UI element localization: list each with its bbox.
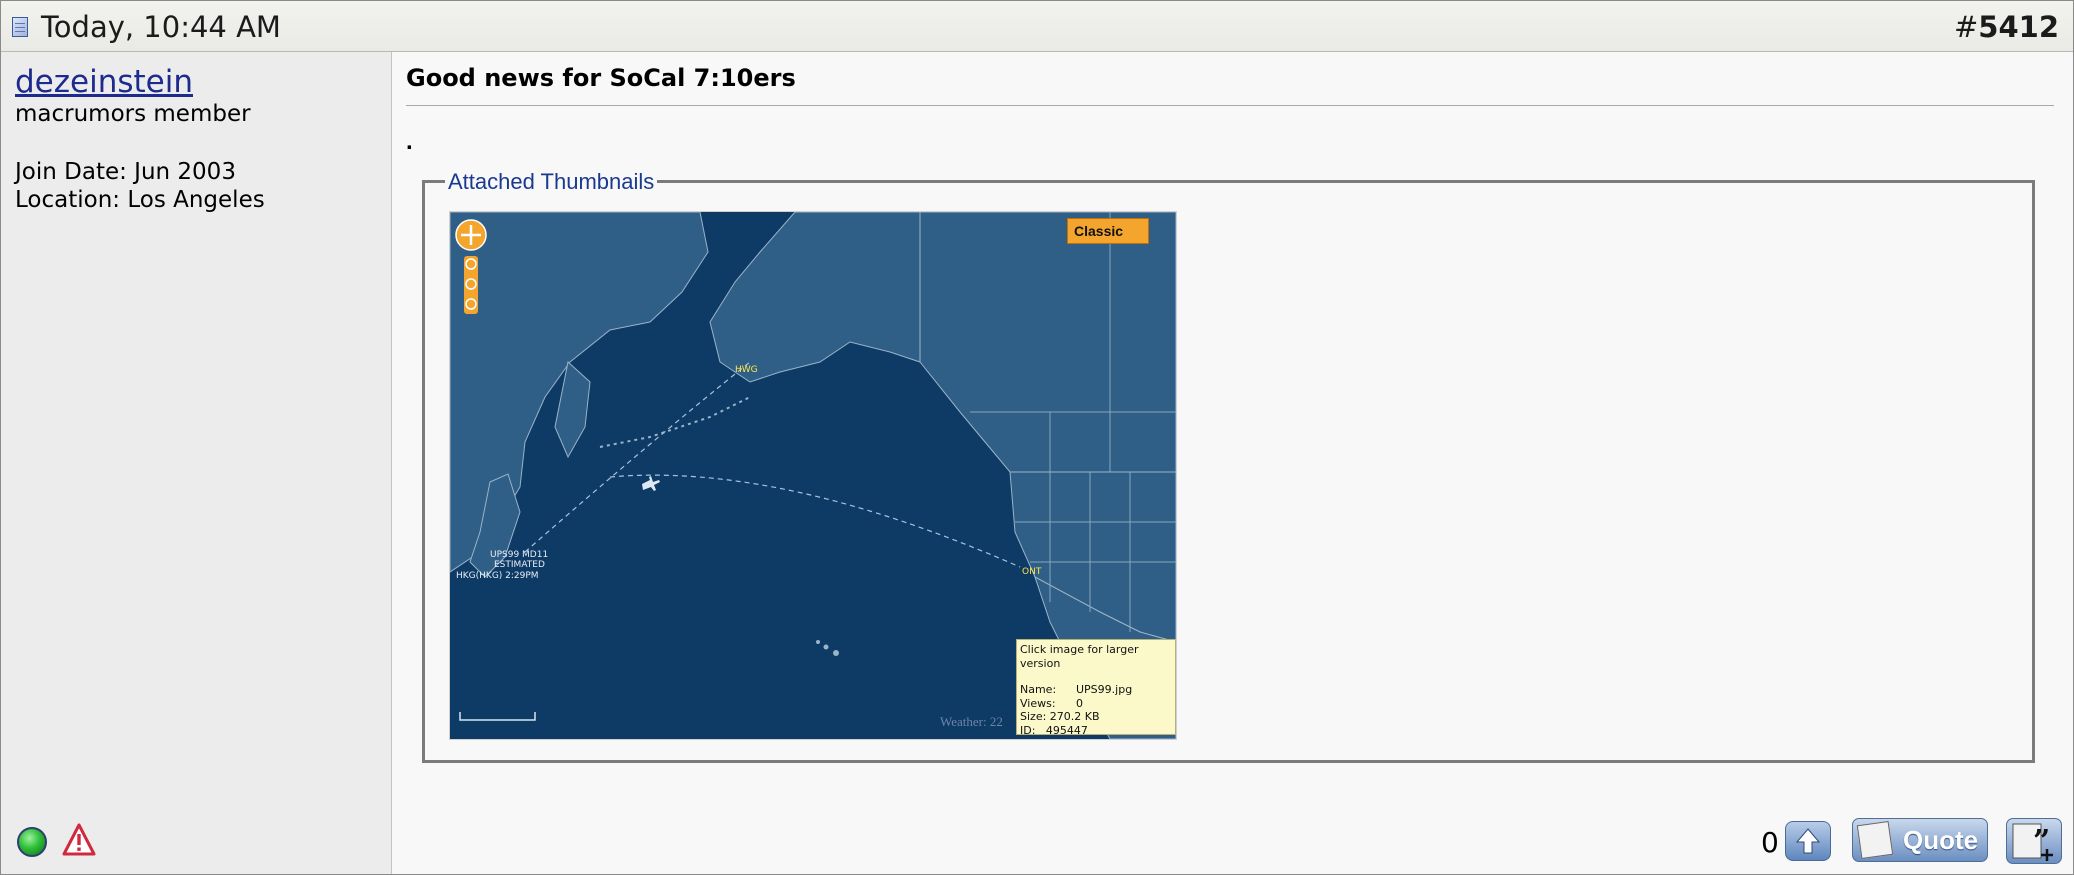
reputation-count: 0 [1761, 826, 1779, 859]
quote-button-label: Quote [1903, 825, 1979, 855]
post-number-value: 5412 [1978, 10, 2059, 44]
map-callout-line-2: ESTIMATED [494, 560, 545, 570]
tooltip-id-label: ID: [1020, 723, 1036, 737]
quote-button[interactable]: Quote [1852, 818, 1988, 862]
user-title: macrumors member [15, 101, 251, 127]
tooltip-views-label: Views: [1020, 696, 1056, 710]
post-header: Today, 10:44 AM #5412 [1, 1, 2073, 52]
forum-post: Today, 10:44 AM #5412 dezeinstein macrum… [0, 0, 2074, 875]
thumbs-up-arrow-icon [1795, 828, 1821, 854]
post-content: Good news for SoCal 7:10ers . Attached T… [392, 52, 2073, 874]
attachment-tooltip: Click image for larger version Name: UPS9… [1016, 639, 1176, 737]
user-info-panel: dezeinstein macrumors member Join Date: … [1, 52, 392, 874]
location: Location: Los Angeles [15, 187, 265, 213]
join-date: Join Date: Jun 2003 [15, 159, 236, 185]
map-zoom-controls[interactable] [454, 218, 488, 318]
quote-icon [1856, 820, 1894, 860]
tooltip-views-value: 0 [1076, 696, 1083, 710]
map-weather-label: Weather: 22 [940, 714, 1003, 729]
post-body: . [406, 128, 413, 155]
post-title: Good news for SoCal 7:10ers [406, 64, 796, 92]
multi-quote-icon: ” [2012, 823, 2053, 861]
post-number-link[interactable]: #5412 [1954, 10, 2059, 44]
multi-quote-button[interactable]: ” [2006, 818, 2062, 864]
attachments-legend: Attached Thumbnails [445, 169, 658, 195]
tooltip-id-value: 495447 [1045, 723, 1088, 737]
map-destination-label: ONT [1022, 567, 1042, 577]
title-divider [406, 105, 2054, 106]
map-callout-line-1: UPS99 MD11 [490, 550, 548, 560]
post-number-prefix: # [1953, 10, 1979, 44]
thumbs-up-button[interactable] [1785, 821, 1831, 861]
tooltip-hint: Click image for larger version [1020, 643, 1139, 670]
post-document-icon [12, 17, 28, 37]
map-mode-dropdown[interactable]: Classic [1067, 218, 1149, 244]
tooltip-name-value: UPS99.jpg [1076, 683, 1133, 696]
tooltip-size-label: Size: [1020, 710, 1047, 723]
attachment-thumbnail[interactable]: HWG UPS99 MD11 ESTIMATED HKG(HKG) 2:29PM… [449, 211, 1177, 740]
map-label-top: HWG [735, 365, 758, 375]
map-callout-line-3: HKG(HKG) 2:29PM [456, 571, 539, 581]
username-link[interactable]: dezeinstein [15, 64, 193, 100]
post-date: Today, 10:44 AM [41, 10, 281, 44]
tooltip-size-value: 270.2 KB [1049, 710, 1100, 723]
user-details: Join Date: Jun 2003 Location: Los Angele… [15, 158, 265, 214]
online-status-icon [17, 827, 47, 857]
tooltip-name-label: Name: [1020, 683, 1057, 696]
report-post-icon[interactable] [61, 822, 97, 858]
